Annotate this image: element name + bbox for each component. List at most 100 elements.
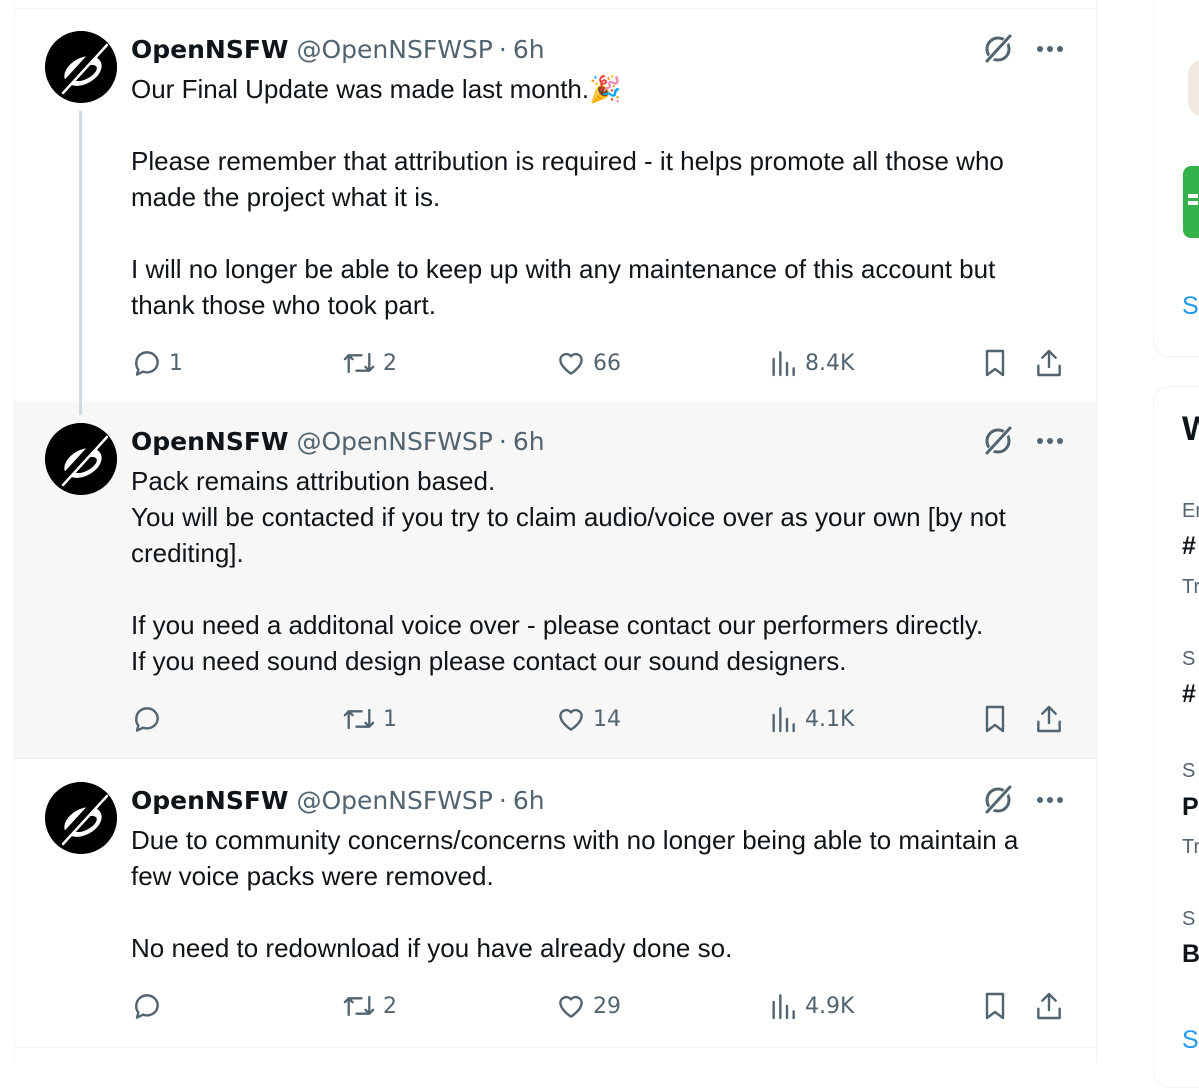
views-button[interactable]: 4.9K [767,990,854,1022]
trend-title[interactable]: P [1182,793,1199,822]
trends-heading: W [1182,410,1199,448]
brand-logo-icon [45,31,117,103]
repost-button[interactable]: 2 [341,990,397,1022]
tweet-header: OpenNSFW @OpenNSFWSP · 6h [131,784,1064,816]
avatar[interactable] [45,423,117,495]
timeline: OpenNSFW @OpenNSFWSP · 6h Our Final Upda… [14,0,1097,1063]
trend-sub: Tr [1182,576,1199,598]
avatar[interactable] [45,782,117,854]
tweet[interactable]: OpenNSFW @OpenNSFWSP · 6h Due to communi… [15,760,1096,1047]
view-count: 4.1K [805,706,855,732]
tweet-actions: 1 14 4.1K [131,703,1068,739]
repost-button[interactable]: 1 [341,703,397,735]
share-button[interactable] [1033,347,1065,379]
reply-button[interactable]: 1 [131,347,183,379]
thread-line [79,111,82,401]
separator-dot: · [498,785,507,815]
trend-title[interactable]: # [1182,532,1196,561]
repost-icon [343,708,375,730]
view-count: 8.4K [805,350,855,376]
sidebar-show-more-link[interactable]: S [1182,292,1199,321]
views-button[interactable]: 4.1K [767,703,854,735]
thread-line [79,401,82,415]
heart-icon [559,995,583,1018]
author-name[interactable]: OpenNSFW [131,35,288,64]
share-button[interactable] [1033,990,1065,1022]
tweet-text: Our Final Update was made last month.🎉 P… [131,74,1004,320]
reply-icon [135,707,159,732]
timestamp[interactable]: 6h [513,427,545,456]
reply-button[interactable] [131,990,169,1022]
grok-icon[interactable] [982,425,1014,457]
like-button[interactable]: 29 [555,990,621,1022]
more-icon[interactable] [1036,437,1064,445]
author-handle[interactable]: @OpenNSFWSP [296,35,492,64]
analytics-icon [772,707,795,733]
timestamp[interactable]: 6h [513,35,545,64]
reply-icon [135,994,159,1019]
trend-title[interactable]: B [1182,940,1199,969]
separator-dot: · [498,426,507,456]
repost-icon [343,352,375,374]
reply-button[interactable] [131,703,169,735]
tweet-header: OpenNSFW @OpenNSFWSP · 6h [131,33,1064,65]
trends-card [1153,386,1199,1088]
bookmark-button[interactable] [979,703,1011,735]
tweet[interactable]: OpenNSFW @OpenNSFWSP · 6h Our Final Upda… [15,9,1096,401]
share-icon [1037,349,1061,377]
brand-logo-icon [45,782,117,854]
tweet-text: Due to community concerns/concerns with … [131,825,1019,963]
bookmark-button[interactable] [979,990,1011,1022]
tweet-actions: 1 2 66 8.4K [131,347,1068,383]
like-count: 66 [593,350,621,376]
trends-show-more-link[interactable]: S [1182,1026,1199,1055]
heart-icon [559,708,583,731]
trend-title[interactable]: # [1182,680,1196,709]
bookmark-icon [985,349,1005,377]
repost-count: 2 [383,993,397,1019]
grok-icon[interactable] [982,784,1014,816]
view-count: 4.9K [805,993,855,1019]
author-name[interactable]: OpenNSFW [131,427,288,456]
more-icon[interactable] [1036,45,1064,53]
like-count: 29 [593,993,621,1019]
author-handle[interactable]: @OpenNSFWSP [296,427,492,456]
tweet-text: Pack remains attribution based. You will… [131,466,1006,676]
brand-logo-icon [45,423,117,495]
share-button[interactable] [1033,703,1065,735]
trend-meta: Er [1182,500,1199,522]
share-icon [1037,705,1061,733]
author-handle[interactable]: @OpenNSFWSP [296,786,492,815]
bookmark-button[interactable] [979,347,1011,379]
tweet-header: OpenNSFW @OpenNSFWSP · 6h [131,425,1064,457]
author-name[interactable]: OpenNSFW [131,786,288,815]
tweet[interactable]: OpenNSFW @OpenNSFWSP · 6h Pack remains a… [15,401,1096,759]
like-count: 14 [593,706,621,732]
views-button[interactable]: 8.4K [767,347,854,379]
analytics-icon [772,994,795,1020]
trend-meta: S [1182,760,1196,782]
trend-meta: S [1182,908,1196,930]
repost-icon [343,995,375,1017]
avatar[interactable] [45,31,117,103]
trend-sub: Tr [1182,836,1199,858]
like-button[interactable]: 66 [555,347,621,379]
reply-icon [135,351,159,376]
bookmark-icon [985,992,1005,1020]
analytics-icon [772,351,795,377]
like-button[interactable]: 14 [555,703,621,735]
trend-meta: S [1182,648,1196,670]
divider [15,1047,1096,1048]
separator-dot: · [498,34,507,64]
grok-icon[interactable] [982,33,1014,65]
tweet-actions: 2 29 4.9K [131,990,1068,1026]
heart-icon [559,352,583,375]
sidebar-promo-image[interactable] [1183,166,1199,238]
repost-count: 1 [383,706,397,732]
timestamp[interactable]: 6h [513,786,545,815]
repost-count: 2 [383,350,397,376]
repost-button[interactable]: 2 [341,347,397,379]
more-icon[interactable] [1036,796,1064,804]
share-icon [1037,992,1061,1020]
sidebar-avatar[interactable] [1188,60,1199,116]
